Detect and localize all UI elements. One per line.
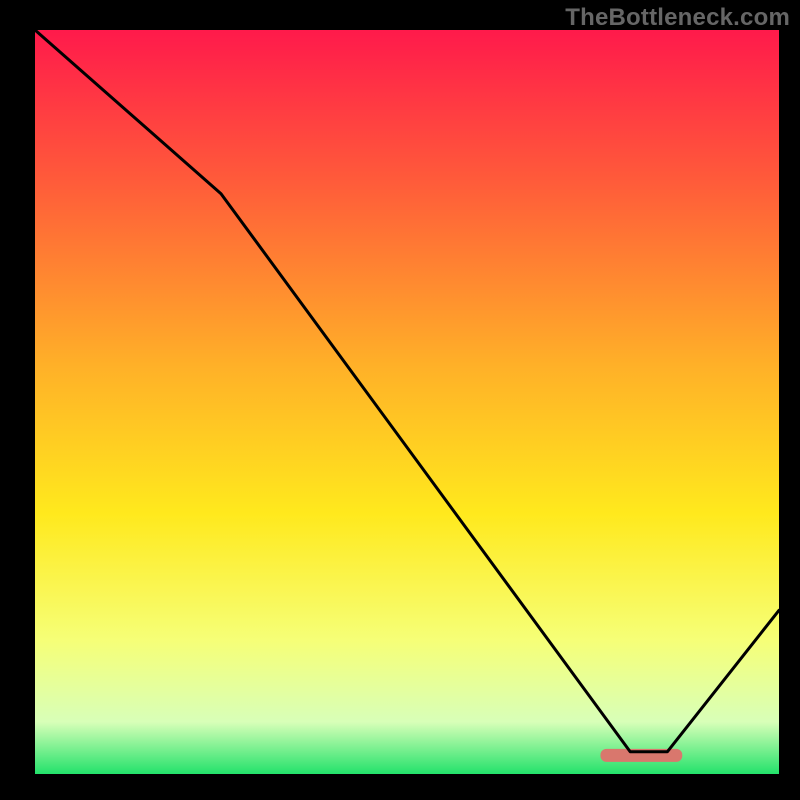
plot-area: [35, 30, 779, 774]
bottleneck-chart: [0, 0, 800, 800]
chart-container: { "watermark": "TheBottleneck.com", "cha…: [0, 0, 800, 800]
watermark-text: TheBottleneck.com: [565, 4, 790, 32]
